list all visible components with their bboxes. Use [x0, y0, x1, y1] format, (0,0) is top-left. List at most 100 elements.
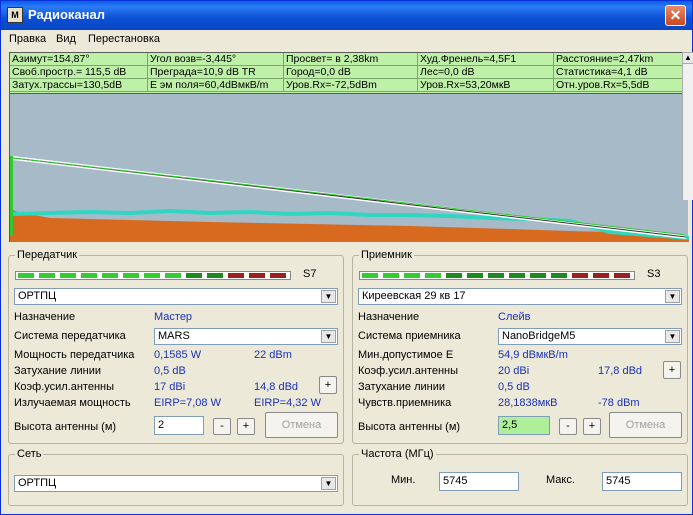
tx-led-5 — [102, 273, 118, 278]
rx-min-e-label: Мин.допустимое E — [358, 349, 454, 361]
rx-height-label: Высота антенны (м) — [358, 421, 461, 433]
tx-role-value: Мастер — [154, 311, 193, 323]
rx-led-13 — [614, 273, 630, 278]
profile-scrollbar[interactable]: ▲ — [682, 52, 693, 200]
rx-role-label: Назначение — [358, 311, 420, 323]
freq-min-input[interactable]: 5745 — [439, 472, 519, 491]
freq-max-input[interactable]: 5745 — [602, 472, 682, 491]
tx-gain-dbd: 14,8 dBd — [254, 381, 299, 393]
network-title: Сеть — [15, 448, 44, 460]
tx-role-label: Назначение — [14, 311, 76, 323]
title-bar[interactable]: M Радиоканал ✕ — [1, 1, 692, 30]
tx-s-level: S7 — [303, 268, 317, 280]
tx-radiated-label: Излучаемая мощность — [14, 397, 131, 409]
radio-app-icon: M — [7, 7, 23, 23]
tx-eirp-2: EIRP=4,32 W — [254, 397, 321, 409]
info-rx-level-dbm: Уров.Rx=-72,5dBm — [284, 79, 418, 92]
rx-led-5 — [446, 273, 462, 278]
tx-height-minus-button[interactable]: - — [213, 418, 231, 435]
menu-edit[interactable]: Правка — [9, 33, 46, 45]
rx-system-select[interactable]: NanoBridgeM5 ▼ — [498, 328, 682, 345]
scroll-up-icon[interactable]: ▲ — [682, 52, 693, 64]
terrain-profile-view[interactable]: ▲ — [9, 52, 693, 242]
chevron-down-icon[interactable]: ▼ — [321, 290, 336, 303]
frequency-title: Частота (МГц) — [359, 448, 436, 460]
info-azimuth: Азимут=154,87° — [10, 53, 148, 66]
chevron-down-icon[interactable]: ▼ — [665, 290, 680, 303]
tx-height-plus-button[interactable]: + — [237, 418, 255, 435]
tx-system-label: Система передатчика — [14, 330, 126, 342]
tx-height-input[interactable]: 2 — [154, 416, 204, 435]
rx-led-1 — [362, 273, 378, 278]
tx-eirp-1: EIRP=7,08 W — [154, 397, 221, 409]
rx-led-12 — [593, 273, 609, 278]
terrain-profile-graphic — [9, 156, 690, 242]
rx-led-9 — [530, 273, 546, 278]
tx-signal-bar — [15, 271, 291, 280]
tx-led-8 — [165, 273, 181, 278]
rx-led-8 — [509, 273, 525, 278]
rx-led-11 — [572, 273, 588, 278]
tx-cancel-button[interactable]: Отмена — [265, 412, 338, 438]
receiver-group: Приемник S3 Киреевская 29 кв 17 ▼ Назнач… — [352, 249, 688, 444]
info-field-strength: E эм поля=60,4dBмкВ/m — [148, 79, 284, 92]
rx-led-10 — [551, 273, 567, 278]
tx-led-13 — [270, 273, 286, 278]
tx-led-4 — [81, 273, 97, 278]
info-distance: Расстояние=2,47km — [554, 53, 687, 66]
transmitter-group: Передатчик S7 ОРТПЦ ▼ Назначение Мастер … — [8, 249, 344, 444]
close-icon[interactable]: ✕ — [665, 5, 686, 26]
rx-height-plus-button[interactable]: + — [583, 418, 601, 435]
rx-height-minus-button[interactable]: - — [559, 418, 577, 435]
tx-led-11 — [228, 273, 244, 278]
rx-role-value: Слейв — [498, 311, 531, 323]
info-rx-level-uv: Уров.Rx=53,20мкВ — [418, 79, 554, 92]
rx-cancel-button[interactable]: Отмена — [609, 412, 682, 438]
rx-led-4 — [425, 273, 441, 278]
tx-power-w: 0,1585 W — [154, 349, 202, 361]
rx-line-loss-label: Затухание линии — [358, 381, 445, 393]
menu-view[interactable]: Вид — [56, 33, 76, 45]
tx-led-9 — [186, 273, 202, 278]
link-info-panel: Азимут=154,87° Угол возв=-3,445° Просвет… — [9, 52, 688, 94]
tx-height-label: Высота антенны (м) — [14, 421, 117, 433]
rx-gain-label: Коэф.усил.антенны — [358, 365, 459, 377]
info-fresnel: Худ.Френель=4,5F1 — [418, 53, 554, 66]
rx-site-select[interactable]: Киреевская 29 кв 17 ▼ — [358, 288, 682, 305]
info-relative-rx: Отн.уров.Rx=5,5dB — [554, 79, 687, 92]
chevron-down-icon[interactable]: ▼ — [321, 330, 336, 343]
rx-height-input[interactable]: 2,5 — [498, 416, 550, 435]
rx-gain-add-button[interactable]: + — [663, 361, 681, 379]
tx-line-loss-label: Затухание линии — [14, 365, 101, 377]
chevron-down-icon[interactable]: ▼ — [665, 330, 680, 343]
menu-bar: Правка Вид Перестановка — [1, 30, 692, 49]
tx-site-select[interactable]: ОРТПЦ ▼ — [14, 288, 338, 305]
info-path-loss: Затух.трассы=130,5dB — [10, 79, 148, 92]
rx-system-label: Система приемника — [358, 330, 461, 342]
rx-led-3 — [404, 273, 420, 278]
info-free-space: Своб.простр.= 115,5 dB — [10, 66, 148, 79]
tx-line-loss: 0,5 dB — [154, 365, 186, 377]
tx-led-10 — [207, 273, 223, 278]
tx-system-select[interactable]: MARS ▼ — [154, 328, 338, 345]
window-title: Радиоканал — [28, 7, 105, 22]
frequency-group: Частота (МГц) Мин. 5745 Макс. 5745 — [352, 448, 688, 506]
info-obstacle: Преграда=10,9 dB TR — [148, 66, 284, 79]
rx-min-e: 54,9 dBмкВ/m — [498, 349, 568, 361]
tx-led-12 — [249, 273, 265, 278]
info-elevation: Угол возв=-3,445° — [148, 53, 284, 66]
menu-rearrange[interactable]: Перестановка — [88, 33, 160, 45]
rx-sensitivity-dbm: -78 dBm — [598, 397, 640, 409]
rx-led-7 — [488, 273, 504, 278]
tx-antenna-mast — [10, 156, 13, 236]
tx-gain-add-button[interactable]: + — [319, 376, 337, 394]
rx-gain-dbd: 17,8 dBd — [598, 365, 643, 377]
tx-gain-dbi: 17 dBi — [154, 381, 186, 393]
chevron-down-icon[interactable]: ▼ — [321, 477, 336, 490]
rx-led-2 — [383, 273, 399, 278]
radio-link-window: M Радиоканал ✕ Правка Вид Перестановка А… — [0, 0, 693, 515]
rx-sensitivity-label: Чувств.приемника — [358, 397, 452, 409]
rx-s-level: S3 — [647, 268, 661, 280]
network-select[interactable]: ОРТПЦ ▼ — [14, 475, 338, 492]
tx-gain-label: Коэф.усил.антенны — [14, 381, 115, 393]
